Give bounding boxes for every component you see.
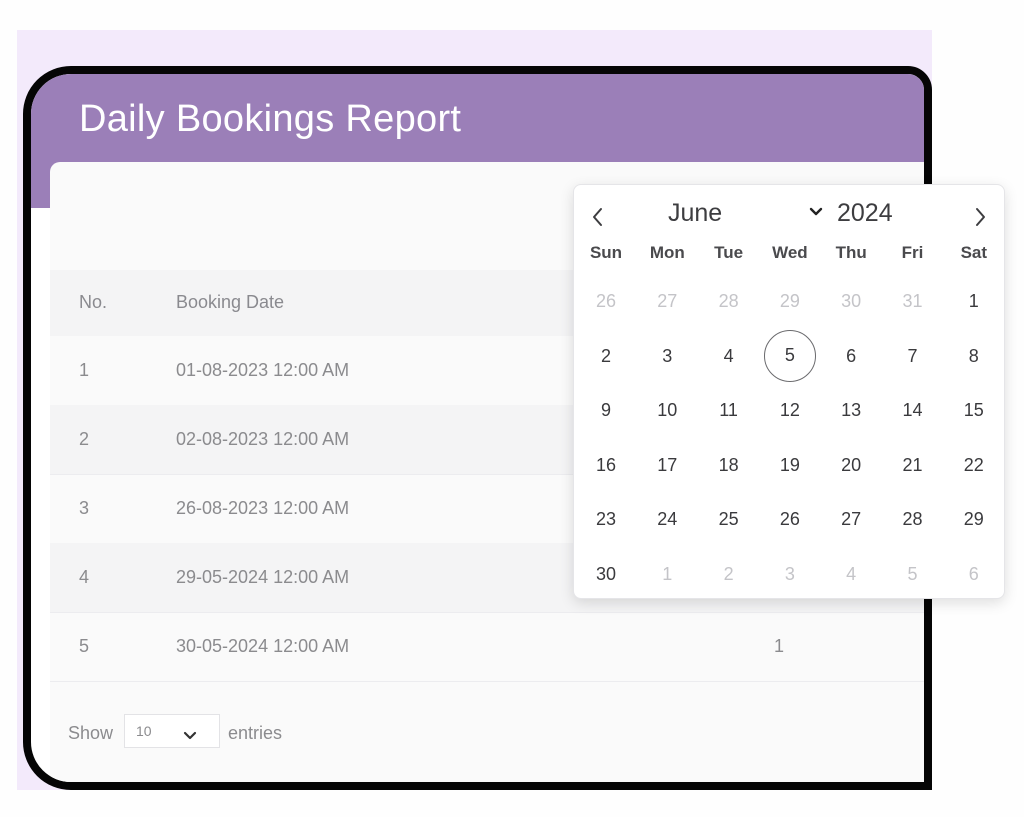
calendar-day[interactable]: 27 [641,275,693,327]
calendar-day[interactable]: 14 [887,384,939,436]
calendar-day[interactable]: 24 [641,493,693,545]
calendar-day[interactable]: 25 [703,493,755,545]
month-select[interactable]: June [668,199,722,228]
calendar-day[interactable]: 29 [948,493,1000,545]
calendar-day[interactable]: 1 [641,548,693,600]
calendar-day[interactable]: 29 [764,275,816,327]
date-picker-popup: June 2024 Sun Mon Tue Wed Thu Fri Sat 26 27 28 29… [573,184,1005,599]
calendar-day[interactable]: 30 [580,548,632,600]
calendar-day[interactable]: 17 [641,439,693,491]
weekday-sun: Sun [589,243,623,262]
weekday-fri: Fri [901,243,924,262]
calendar-day[interactable]: 20 [825,439,877,491]
table-row: 5 30-05-2024 12:00 AM 1 [50,612,924,682]
row-no: 2 [79,429,90,449]
chevron-down-icon [183,725,197,746]
calendar-day[interactable]: 27 [825,493,877,545]
row-no: 4 [79,567,90,587]
calendar-day[interactable]: 13 [825,384,877,436]
calendar-day[interactable]: 12 [764,384,816,436]
chevron-down-icon[interactable] [809,205,823,223]
calendar-day[interactable]: 21 [887,439,939,491]
weekday-sat: Sat [960,243,988,262]
column-header-booking-date[interactable]: Booking Date [176,292,284,313]
calendar-day[interactable]: 23 [580,493,632,545]
calendar-day-selected[interactable]: 5 [763,329,816,382]
calendar-day[interactable]: 7 [887,330,939,382]
column-header-no[interactable]: No. [79,292,107,313]
calendar-day[interactable]: 15 [948,384,1000,436]
calendar-day[interactable]: 31 [887,275,939,327]
calendar-day[interactable]: 22 [948,439,1000,491]
chevron-right-icon[interactable] [975,207,987,232]
weekday-mon: Mon [649,243,685,262]
page-title: Daily Bookings Report [79,98,462,140]
calendar-day[interactable]: 26 [580,275,632,327]
row-no: 5 [79,636,90,656]
calendar-day[interactable]: 4 [703,330,755,382]
calendar-day[interactable]: 3 [764,548,816,600]
row-no: 3 [79,498,90,518]
calendar-day[interactable]: 2 [703,548,755,600]
calendar-day[interactable]: 28 [887,493,939,545]
calendar-day[interactable]: 6 [948,548,1000,600]
calendar-day[interactable]: 3 [641,330,693,382]
calendar-day[interactable]: 30 [825,275,877,327]
calendar-day[interactable]: 5 [887,548,939,600]
row-booking-date: 29-05-2024 12:00 AM [176,567,350,587]
calendar-day[interactable]: 9 [580,384,632,436]
year-select[interactable]: 2024 [837,199,893,228]
calendar-day[interactable]: 8 [948,330,1000,382]
calendar-day[interactable]: 11 [703,384,755,436]
row-count: 1 [774,636,785,656]
weekday-thu: Thu [835,243,867,262]
calendar-day[interactable]: 2 [580,330,632,382]
entries-label: entries [228,723,283,743]
calendar-day[interactable]: 1 [948,275,1000,327]
chevron-left-icon[interactable] [591,207,603,232]
calendar-day[interactable]: 16 [580,439,632,491]
calendar-day[interactable]: 10 [641,384,693,436]
weekday-wed: Wed [772,243,808,262]
row-no: 1 [79,360,90,380]
calendar-day[interactable]: 4 [825,548,877,600]
page-size-select[interactable]: 10 [124,714,220,748]
row-booking-date: 26-08-2023 12:00 AM [176,498,350,518]
row-booking-date: 02-08-2023 12:00 AM [176,429,350,449]
show-label: Show [68,723,114,743]
weekday-tue: Tue [714,243,744,262]
calendar-day[interactable]: 6 [825,330,877,382]
calendar-day[interactable]: 18 [703,439,755,491]
calendar-day[interactable]: 28 [703,275,755,327]
calendar-day[interactable]: 19 [764,439,816,491]
calendar-day[interactable]: 26 [764,493,816,545]
page-size-value: 10 [136,723,152,739]
row-booking-date: 30-05-2024 12:00 AM [176,636,350,656]
row-booking-date: 01-08-2023 12:00 AM [176,360,350,380]
